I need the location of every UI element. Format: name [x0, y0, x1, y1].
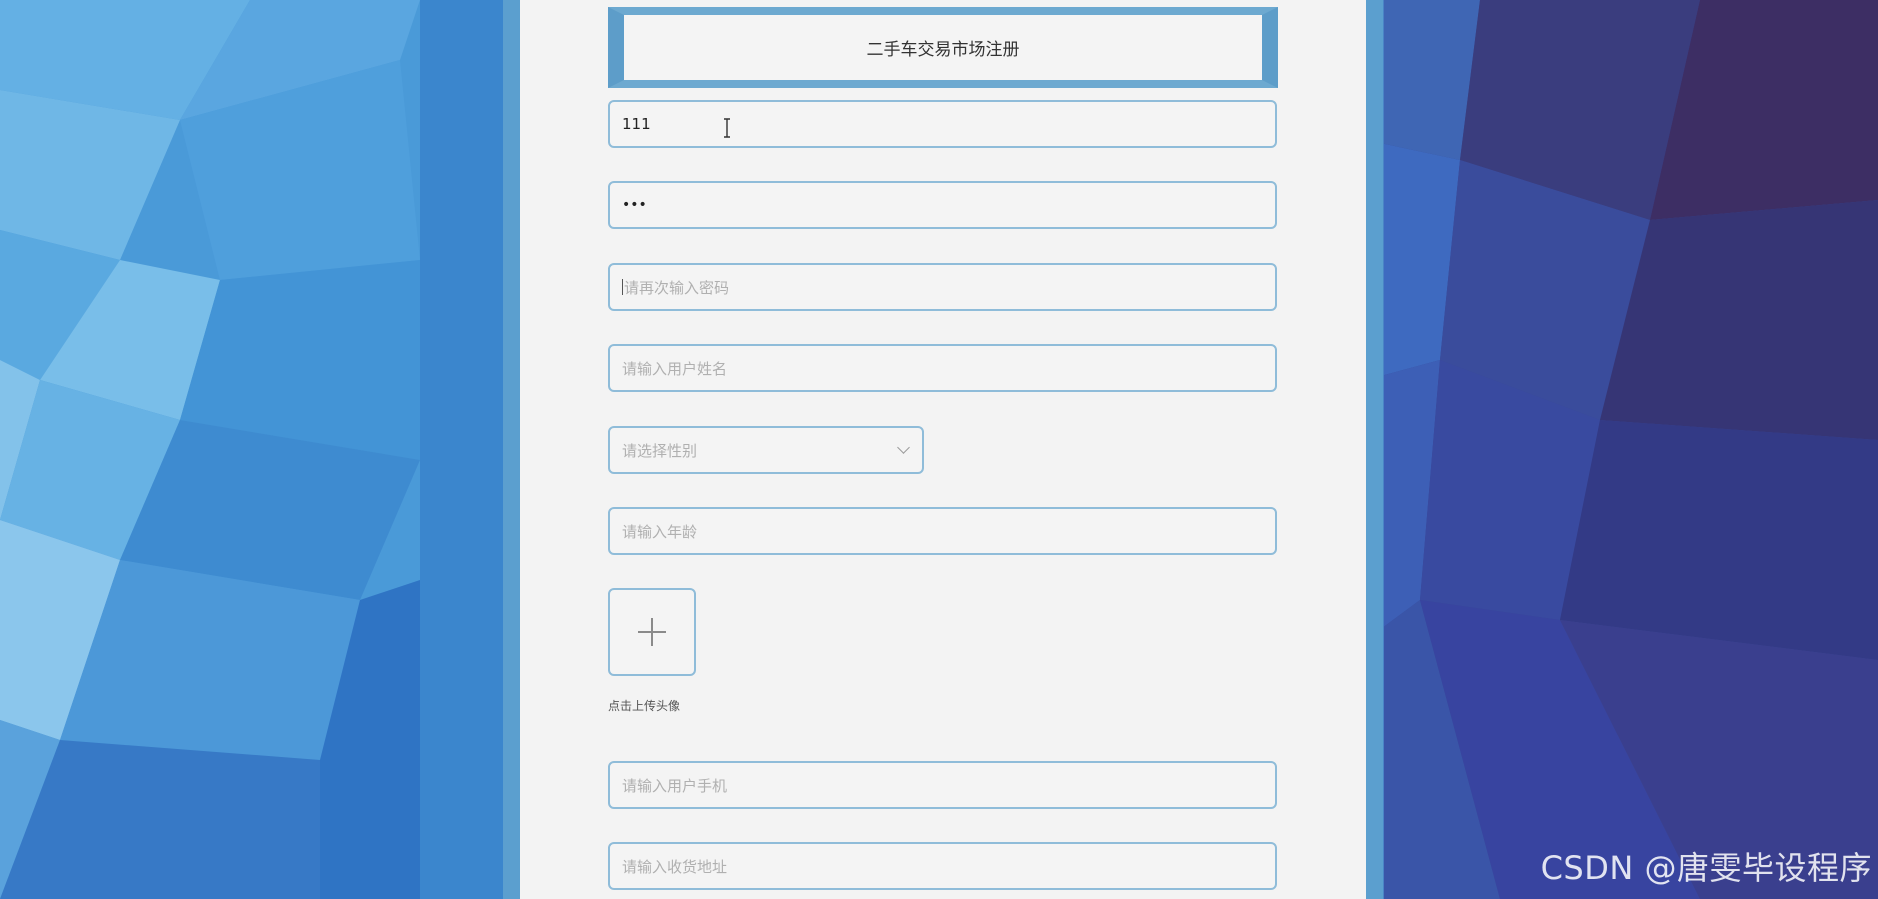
address-input[interactable]: 请输入收货地址 — [608, 842, 1277, 890]
confirm-password-input[interactable]: 请再次输入密码 — [608, 263, 1277, 311]
age-input[interactable]: 请输入年龄 — [608, 507, 1277, 555]
gender-placeholder: 请选择性别 — [622, 441, 698, 460]
confirm-password-placeholder: 请再次输入密码 — [624, 278, 730, 297]
age-placeholder: 请输入年龄 — [622, 522, 698, 541]
name-input[interactable]: 请输入用户姓名 — [608, 344, 1277, 392]
name-placeholder: 请输入用户姓名 — [622, 359, 728, 378]
username-value: 111 — [622, 115, 651, 133]
address-placeholder: 请输入收货地址 — [622, 857, 728, 876]
page-title: 二手车交易市场注册 — [866, 40, 1020, 60]
text-cursor-icon — [724, 118, 730, 138]
form-title-box: 二手车交易市场注册 — [608, 7, 1278, 88]
watermark: CSDN @唐雯毕设程序 — [1540, 849, 1872, 887]
password-input[interactable]: ••• — [608, 181, 1277, 229]
chevron-down-icon — [897, 441, 910, 454]
password-value: ••• — [622, 197, 647, 213]
phone-placeholder: 请输入用户手机 — [622, 776, 728, 795]
username-input[interactable]: 111 — [608, 100, 1277, 148]
avatar-upload-button[interactable] — [608, 588, 696, 676]
upload-avatar-label: 点击上传头像 — [608, 699, 681, 713]
gender-select[interactable]: 请选择性别 — [608, 426, 924, 474]
text-caret — [622, 279, 623, 295]
plus-icon — [638, 618, 666, 646]
phone-input[interactable]: 请输入用户手机 — [608, 761, 1277, 809]
